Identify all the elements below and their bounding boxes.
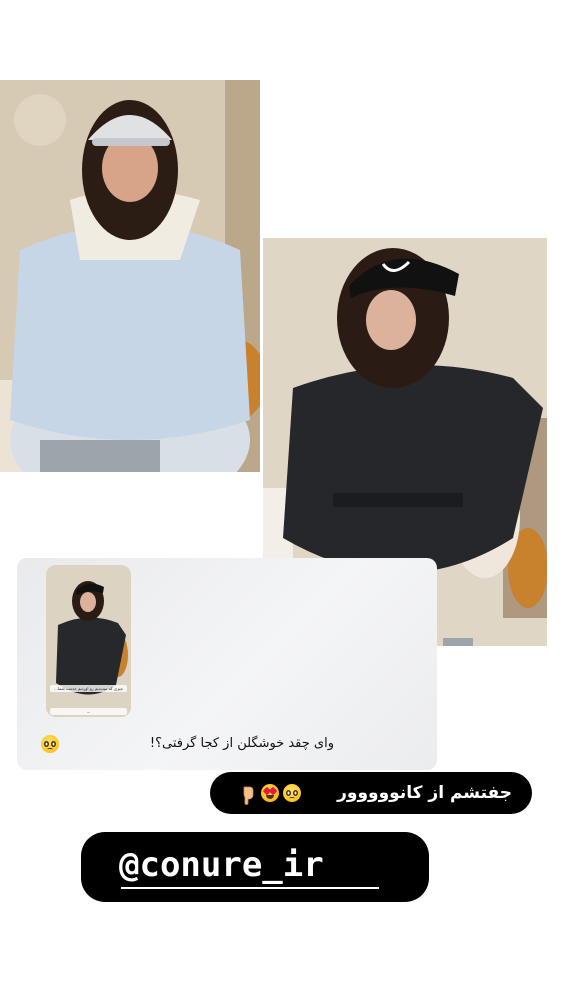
answer-text: جفتشم از کانووووور [337,783,512,803]
reply-story-thumbnail[interactable]: چیزی که میدیدیم رو اوردیم خدمت شما... ..… [46,565,131,717]
handle-underline [121,887,379,889]
thumbnail-caption: چیزی که میدیدیم رو اوردیم خدمت شما... [50,685,127,692]
heart-eyes-face-icon [261,784,279,802]
hand-pointing-down-icon [243,786,254,805]
photo-light-blue-puffer [0,80,260,472]
instagram-handle-text[interactable]: @conure_ir [119,842,324,888]
thumbnail-caption-2: ... [50,708,127,715]
photo-1-illustration [0,80,260,472]
thumbnail-illustration [46,565,131,717]
reply-comment-text: وای چقد خوشگلن از کجا گرفتی؟! [149,736,334,751]
instagram-handle-sticker[interactable]: @conure_ir [81,832,429,902]
story-reply-card: چیزی که میدیدیم رو اوردیم خدمت شما... ..… [17,558,437,770]
answer-sticker: جفتشم از کانووووور [210,772,532,814]
pleading-face-icon [41,735,59,753]
pleading-face-icon [283,784,301,802]
